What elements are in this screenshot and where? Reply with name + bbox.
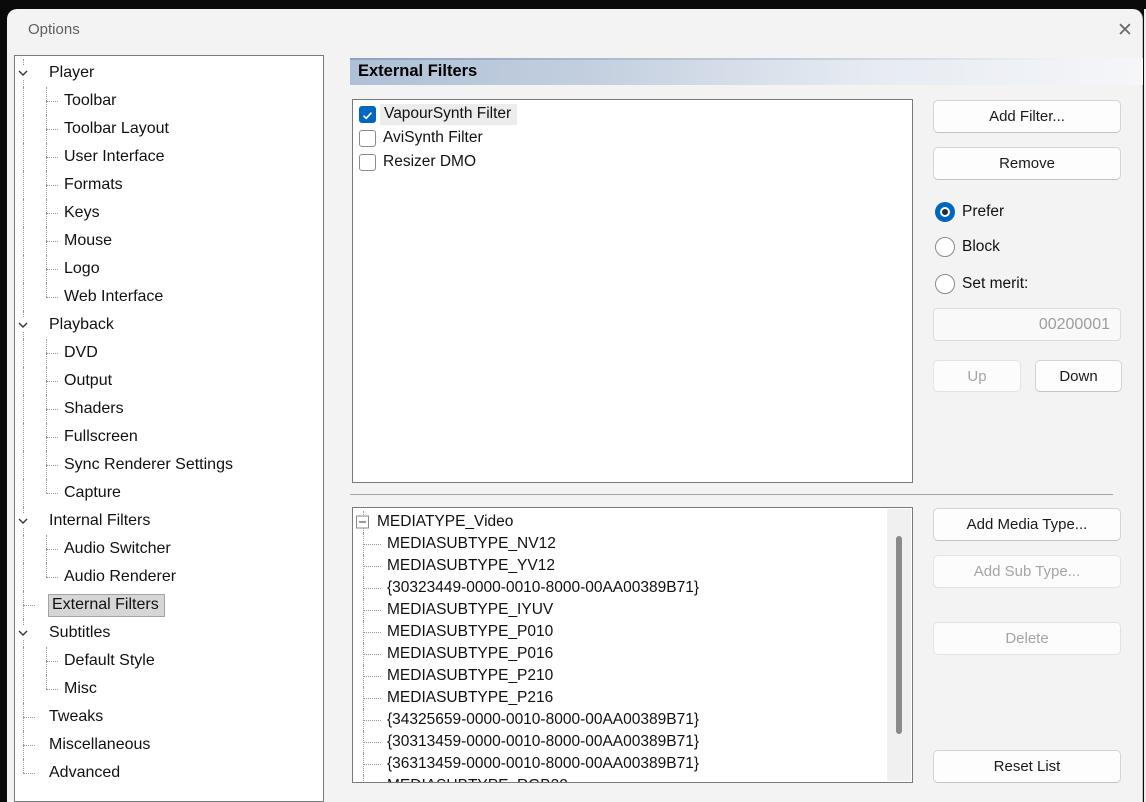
sidebar-item-logo[interactable]: Logo [15,255,323,283]
sidebar-item-shaders[interactable]: Shaders [15,395,323,423]
media-subtype-item[interactable]: MEDIASUBTYPE_IYUV [353,599,912,621]
filter-list-item[interactable]: AviSynth Filter [353,126,912,150]
media-subtype-item[interactable]: {34325659-0000-0010-8000-00AA00389B71} [353,709,912,731]
media-subtype-item[interactable]: {36313459-0000-0010-8000-00AA00389B71} [353,753,912,775]
filter-list-item[interactable]: Resizer DMO [353,150,912,174]
down-button[interactable]: Down [1035,360,1122,392]
sidebar-item-dvd[interactable]: DVD [15,339,323,367]
sidebar-item-toolbar[interactable]: Toolbar [15,87,323,115]
sidebar-item-internal-filters[interactable]: Internal Filters [15,507,323,535]
section-divider [350,494,1113,495]
sidebar-item-keys[interactable]: Keys [15,199,323,227]
sidebar-item-capture[interactable]: Capture [15,479,323,507]
collapse-minus-icon[interactable] [356,516,369,529]
radio-unselected-icon[interactable] [935,237,955,257]
filter-list-item[interactable]: VapourSynth Filter [353,102,912,126]
sidebar-item-fullscreen[interactable]: Fullscreen [15,423,323,451]
media-subtype-item[interactable]: MEDIASUBTYPE_P210 [353,665,912,687]
up-button[interactable]: Up [933,360,1021,392]
page-title: External Filters [350,62,477,81]
radio-unselected-icon[interactable] [935,274,955,294]
media-subtype-item[interactable]: MEDIASUBTYPE_RGB32 [353,775,912,783]
media-subtype-item[interactable]: MEDIASUBTYPE_P216 [353,687,912,709]
checkbox-checked-icon[interactable] [359,106,376,123]
merit-input[interactable] [933,308,1121,341]
block-radio[interactable]: Block [935,236,1000,258]
title-bar: Options ✕ [7,9,1142,55]
sidebar-item-output[interactable]: Output [15,367,323,395]
set-merit-radio[interactable]: Set merit: [935,273,1028,295]
remove-button[interactable]: Remove [933,147,1121,180]
sidebar-item-audio-renderer[interactable]: Audio Renderer [15,563,323,591]
media-subtype-item[interactable]: {30323449-0000-0010-8000-00AA00389B71} [353,577,912,599]
media-type-root[interactable]: MEDIATYPE_Video [353,511,912,533]
sidebar-item-web-interface[interactable]: Web Interface [15,283,323,311]
add-sub-type-button[interactable]: Add Sub Type... [933,555,1121,588]
chevron-down-icon[interactable] [16,318,30,332]
sidebar-item-external-filters[interactable]: External Filters [15,591,323,619]
sidebar-item-user-interface[interactable]: User Interface [15,143,323,171]
sidebar-item-tweaks[interactable]: Tweaks [15,703,323,731]
tree-gutter [15,59,43,87]
radio-selected-icon[interactable] [935,202,955,222]
chevron-down-icon[interactable] [16,66,30,80]
media-subtype-item[interactable]: MEDIASUBTYPE_P016 [353,643,912,665]
sidebar-item-sync-renderer-settings[interactable]: Sync Renderer Settings [15,451,323,479]
chevron-down-icon[interactable] [16,514,30,528]
add-media-type-button[interactable]: Add Media Type... [933,508,1121,541]
media-subtype-item[interactable]: MEDIASUBTYPE_NV12 [353,533,912,555]
external-filters-list[interactable]: VapourSynth Filter AviSynth Filter Resiz… [352,99,913,483]
sidebar-item-formats[interactable]: Formats [15,171,323,199]
checkbox-unchecked-icon[interactable] [359,130,376,147]
sidebar-item-toolbar-layout[interactable]: Toolbar Layout [15,115,323,143]
sidebar-item-subtitles[interactable]: Subtitles [15,619,323,647]
reset-list-button[interactable]: Reset List [933,750,1121,783]
options-dialog: Options ✕ Player Toolbar Toolbar Layout … [7,9,1143,802]
add-filter-button[interactable]: Add Filter... [933,100,1121,133]
sidebar-item-player[interactable]: Player [15,59,323,87]
sidebar-item-mouse[interactable]: Mouse [15,227,323,255]
checkbox-unchecked-icon[interactable] [359,154,376,171]
sidebar-item-audio-switcher[interactable]: Audio Switcher [15,535,323,563]
media-subtype-item[interactable]: MEDIASUBTYPE_P010 [353,621,912,643]
sidebar-item-default-style[interactable]: Default Style [15,647,323,675]
page-header: External Filters [350,58,1143,85]
media-subtype-item[interactable]: MEDIASUBTYPE_YV12 [353,555,912,577]
media-types-tree[interactable]: MEDIATYPE_Video MEDIASUBTYPE_NV12 MEDIAS… [352,507,913,783]
sidebar-item-advanced[interactable]: Advanced [15,759,323,787]
media-subtype-item[interactable]: {30313459-0000-0010-8000-00AA00389B71} [353,731,912,753]
options-category-tree: Player Toolbar Toolbar Layout User Inter… [14,55,324,802]
chevron-down-icon[interactable] [16,626,30,640]
close-icon[interactable]: ✕ [1108,15,1142,45]
sidebar-item-miscellaneous[interactable]: Miscellaneous [15,731,323,759]
prefer-radio[interactable]: Prefer [935,201,1004,223]
scrollbar[interactable] [887,509,911,781]
delete-button[interactable]: Delete [933,622,1121,655]
sidebar-item-playback[interactable]: Playback [15,311,323,339]
window-title: Options [28,21,80,38]
scrollbar-thumb[interactable] [896,536,902,734]
sidebar-item-misc[interactable]: Misc [15,675,323,703]
